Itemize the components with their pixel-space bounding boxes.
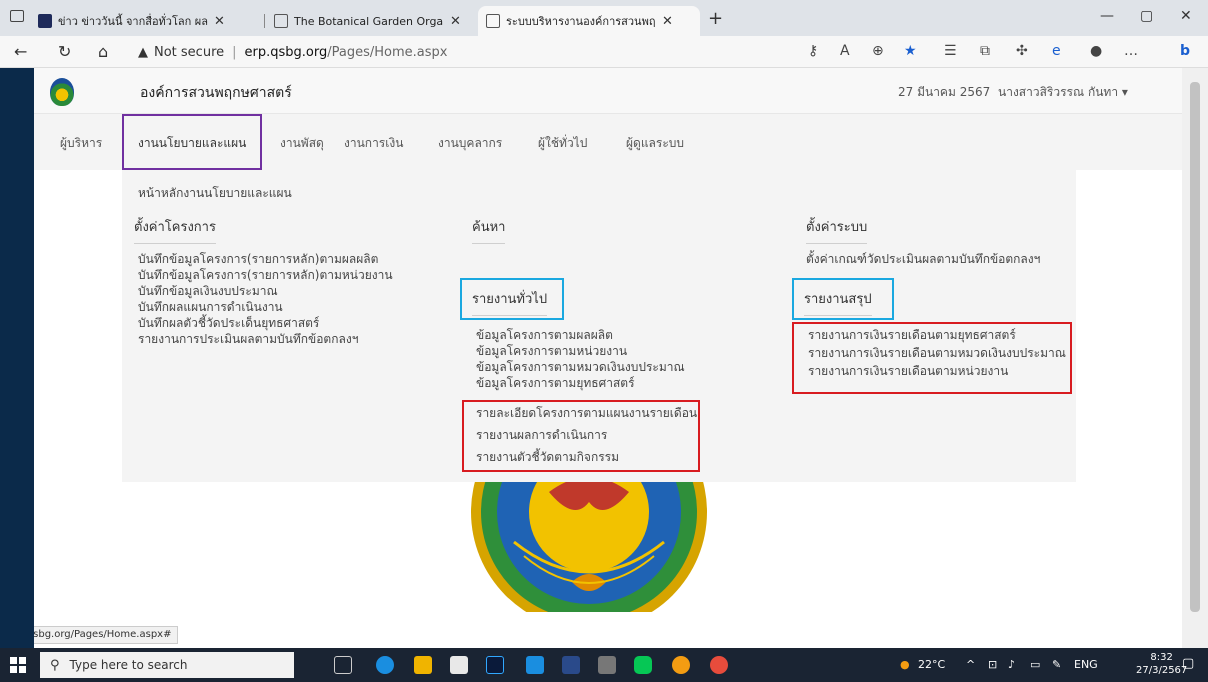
main-menu: ผู้บริหาร งานนโยบายและแผน งานพัสดุ งานกา… — [34, 114, 1182, 170]
link-setup-6[interactable]: รายงานการประเมินผลตามบันทึกข้อตกลงฯ — [138, 332, 358, 347]
org-logo-icon[interactable] — [50, 78, 74, 106]
status-bar-url: erp.qsbg.org/Pages/Home.aspx# — [34, 626, 179, 644]
warning-icon: ▲ — [138, 44, 148, 60]
tab-page-icon — [274, 14, 288, 28]
link-setup-3[interactable]: บันทึกข้อมูลเงินงบประมาณ — [138, 284, 278, 299]
link-summary-2[interactable]: รายงานการเงินรายเดือนตามหมวดเงินงบประมาณ — [808, 346, 1066, 361]
menu-general-user[interactable]: ผู้ใช้ทั่วไป — [538, 134, 587, 153]
browser-tab-botanical[interactable]: The Botanical Garden Organization ✕ — [266, 6, 476, 36]
section-system-setup: ตั้งค่าระบบ — [806, 216, 868, 244]
minimize-icon[interactable]: — — [1100, 8, 1114, 24]
section-search[interactable]: ค้นหา — [472, 216, 506, 244]
page-title: หน้าหลักงานนโยบายและแผน — [138, 186, 292, 200]
pen-icon[interactable]: ✎ — [1052, 658, 1061, 671]
link-setup-4[interactable]: บันทึกผลแผนการดำเนินงาน — [138, 300, 283, 315]
extensions-icon[interactable]: ✣ — [1016, 43, 1028, 59]
tab-favicon-icon — [38, 14, 52, 28]
internet-explorer-icon[interactable] — [526, 656, 544, 674]
scroll-thumb[interactable] — [1190, 82, 1200, 612]
link-setup-5[interactable]: บันทึกผลตัวชี้วัดประเด็นยุทธศาสตร์ — [138, 316, 319, 331]
tab-actions-icon[interactable] — [10, 10, 24, 22]
link-summary-1[interactable]: รายงานการเงินรายเดือนตามยุทธศาสตร์ — [808, 328, 1016, 343]
home-icon[interactable]: ⌂ — [98, 42, 108, 61]
link-summary-3[interactable]: รายงานการเงินรายเดือนตามหน่วยงาน — [808, 364, 1008, 379]
link-general-7[interactable]: รายงานตัวชี้วัดตามกิจกรรม — [476, 450, 619, 465]
edge-icon[interactable] — [376, 656, 394, 674]
tray-chevron-icon[interactable]: ^ — [966, 658, 975, 671]
itax-icon[interactable] — [562, 656, 580, 674]
photoshop-icon[interactable] — [486, 656, 504, 674]
browser-tab-news[interactable]: ข่าว ข่าววันนี้ จากสื่อทั่วโลก ผลบอลโลก … — [30, 6, 262, 36]
profile-avatar-icon[interactable]: ● — [1090, 43, 1102, 59]
close-tab-icon[interactable]: ✕ — [450, 14, 461, 29]
user-menu[interactable]: นางสาวสิริวรรณ กันทา ▾ — [998, 83, 1128, 102]
section-summary-report: รายงานสรุป — [804, 288, 872, 316]
section-project-setup: ตั้งค่าโครงการ — [134, 216, 216, 244]
link-system-1[interactable]: ตั้งค่าเกณฑ์วัดประเมินผลตามบันทึกข้อตกลง… — [806, 252, 1040, 267]
refresh-icon[interactable]: ↻ — [58, 42, 71, 61]
display-icon[interactable]: ▭ — [1030, 658, 1040, 671]
network-icon[interactable]: ⊡ — [988, 658, 997, 671]
file-explorer-icon[interactable] — [414, 656, 432, 674]
windows-start-icon[interactable] — [10, 657, 26, 673]
menu-admin[interactable]: ผู้ดูแลระบบ — [626, 134, 684, 153]
org-emblem-icon — [454, 482, 724, 612]
favorites-list-icon[interactable]: ☰ — [944, 43, 957, 59]
store-icon[interactable] — [450, 656, 468, 674]
app-l-icon[interactable] — [598, 656, 616, 674]
password-key-icon[interactable]: ⚷ — [808, 43, 818, 59]
favorite-star-icon[interactable]: ★ — [904, 43, 917, 59]
chrome-icon[interactable] — [710, 656, 728, 674]
close-tab-icon[interactable]: ✕ — [662, 14, 673, 29]
close-window-icon[interactable]: ✕ — [1180, 8, 1192, 24]
line-icon[interactable] — [634, 656, 652, 674]
restore-icon[interactable]: ▢ — [1140, 8, 1153, 24]
browser-tab-strip: ข่าว ข่าววันนี้ จากสื่อทั่วโลก ผลบอลโลก … — [0, 0, 1208, 36]
vpn-icon[interactable] — [672, 656, 690, 674]
menu-personnel[interactable]: งานบุคลากร — [438, 134, 502, 153]
taskbar-clock[interactable]: 8:32 27/3/2567 — [1136, 651, 1187, 677]
browser-toolbar: ← ↻ ⌂ ▲ Not secure | erp.qsbg.org /Pages… — [0, 36, 1208, 68]
notifications-icon[interactable]: ▢ — [1182, 656, 1194, 671]
volume-icon[interactable]: ♪ — [1008, 658, 1015, 671]
browser-tab-erp[interactable]: ระบบบริหารงานองค์การสวนพฤกษศาสตร์ ✕ — [478, 6, 700, 36]
bing-icon[interactable]: b — [1180, 43, 1190, 59]
address-bar[interactable]: ▲ Not secure | erp.qsbg.org /Pages/Home.… — [138, 40, 1018, 64]
search-icon: ⚲ — [50, 657, 60, 673]
weather-temp[interactable]: 22°C — [918, 658, 945, 671]
menu-policy-plan[interactable]: งานนโยบายและแผน — [138, 134, 246, 153]
more-options-icon[interactable]: … — [1124, 43, 1138, 59]
link-general-1[interactable]: ข้อมูลโครงการตามผลผลิต — [476, 328, 613, 343]
read-aloud-icon[interactable]: A — [840, 43, 850, 59]
windows-taskbar: ⚲ Type here to search ● 22°C ^ ⊡ ♪ ▭ ✎ E… — [0, 648, 1208, 682]
link-setup-2[interactable]: บันทึกข้อมูลโครงการ(รายการหลัก)ตามหน่วยง… — [138, 268, 393, 283]
close-tab-icon[interactable]: ✕ — [214, 14, 225, 29]
current-date: 27 มีนาคม 2567 — [898, 85, 991, 99]
tab-page-icon — [486, 14, 500, 28]
policy-plan-panel: หน้าหลักงานนโยบายและแผน ตั้งค่าโครงการ บ… — [122, 170, 1076, 482]
weather-icon[interactable]: ● — [900, 658, 910, 671]
page-scrollbar[interactable] — [1182, 68, 1208, 648]
site-header: องค์การสวนพฤกษศาสตร์ 27 มีนาคม 2567 นางส… — [34, 68, 1182, 114]
language-indicator[interactable]: ENG — [1074, 658, 1098, 671]
menu-finance[interactable]: งานการเงิน — [344, 134, 403, 153]
taskbar-search-input[interactable]: ⚲ Type here to search — [40, 652, 294, 678]
link-general-2[interactable]: ข้อมูลโครงการตามหน่วยงาน — [476, 344, 627, 359]
new-tab-button[interactable]: + — [708, 8, 723, 29]
menu-executive[interactable]: ผู้บริหาร — [60, 134, 102, 153]
section-general-report: รายงานทั่วไป — [472, 288, 548, 316]
web-page: องค์การสวนพฤกษศาสตร์ 27 มีนาคม 2567 นางส… — [34, 68, 1182, 648]
back-icon[interactable]: ← — [14, 42, 27, 61]
zoom-icon[interactable]: ⊕ — [872, 43, 884, 59]
link-general-4[interactable]: ข้อมูลโครงการตามยุทธศาสตร์ — [476, 376, 635, 391]
link-general-5[interactable]: รายละเอียดโครงการตามแผนงานรายเดือน — [476, 406, 697, 421]
task-view-icon[interactable] — [334, 656, 352, 674]
link-setup-1[interactable]: บันทึกข้อมูลโครงการ(รายการหลัก)ตามผลผลิต — [138, 252, 378, 267]
link-general-3[interactable]: ข้อมูลโครงการตามหมวดเงินงบประมาณ — [476, 360, 685, 375]
link-general-6[interactable]: รายงานผลการดำเนินการ — [476, 428, 607, 443]
org-name[interactable]: องค์การสวนพฤกษศาสตร์ — [140, 82, 292, 104]
menu-supplies[interactable]: งานพัสดุ — [280, 134, 324, 153]
ie-mode-icon[interactable]: e — [1052, 43, 1061, 59]
collections-icon[interactable]: ⧉ — [980, 43, 990, 59]
